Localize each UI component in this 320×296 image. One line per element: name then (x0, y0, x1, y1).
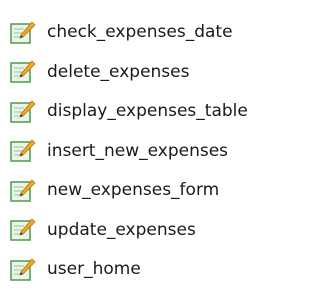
file-item-new-expenses-form[interactable]: new_expenses_form (0, 171, 297, 211)
file-name: update_expenses (47, 219, 196, 240)
php-script-icon (10, 258, 36, 281)
file-item-display-expenses-table[interactable]: display_expenses_table (0, 92, 297, 132)
php-script-icon (10, 218, 36, 241)
file-name: insert_new_expenses (47, 140, 229, 161)
file-name: display_expenses_table (47, 101, 248, 122)
file-item-check-expenses-date[interactable]: check_expenses_date (0, 13, 297, 53)
php-script-icon (10, 60, 36, 83)
file-item-insert-new-expenses[interactable]: insert_new_expenses (0, 132, 297, 172)
file-name: new_expenses_form (47, 180, 220, 201)
php-script-icon (10, 179, 36, 202)
file-item-update-expenses[interactable]: update_expenses (0, 211, 297, 251)
php-script-icon (10, 139, 36, 162)
file-item-user-home[interactable]: user_home (0, 250, 297, 290)
file-list: check_expenses_date delete_expenses disp… (0, 0, 297, 296)
file-item-delete-expenses[interactable]: delete_expenses (0, 53, 297, 93)
php-script-icon (10, 21, 36, 44)
php-script-icon (10, 100, 36, 123)
file-name: user_home (47, 259, 141, 280)
file-name: check_expenses_date (47, 22, 233, 43)
file-name: delete_expenses (47, 61, 190, 82)
